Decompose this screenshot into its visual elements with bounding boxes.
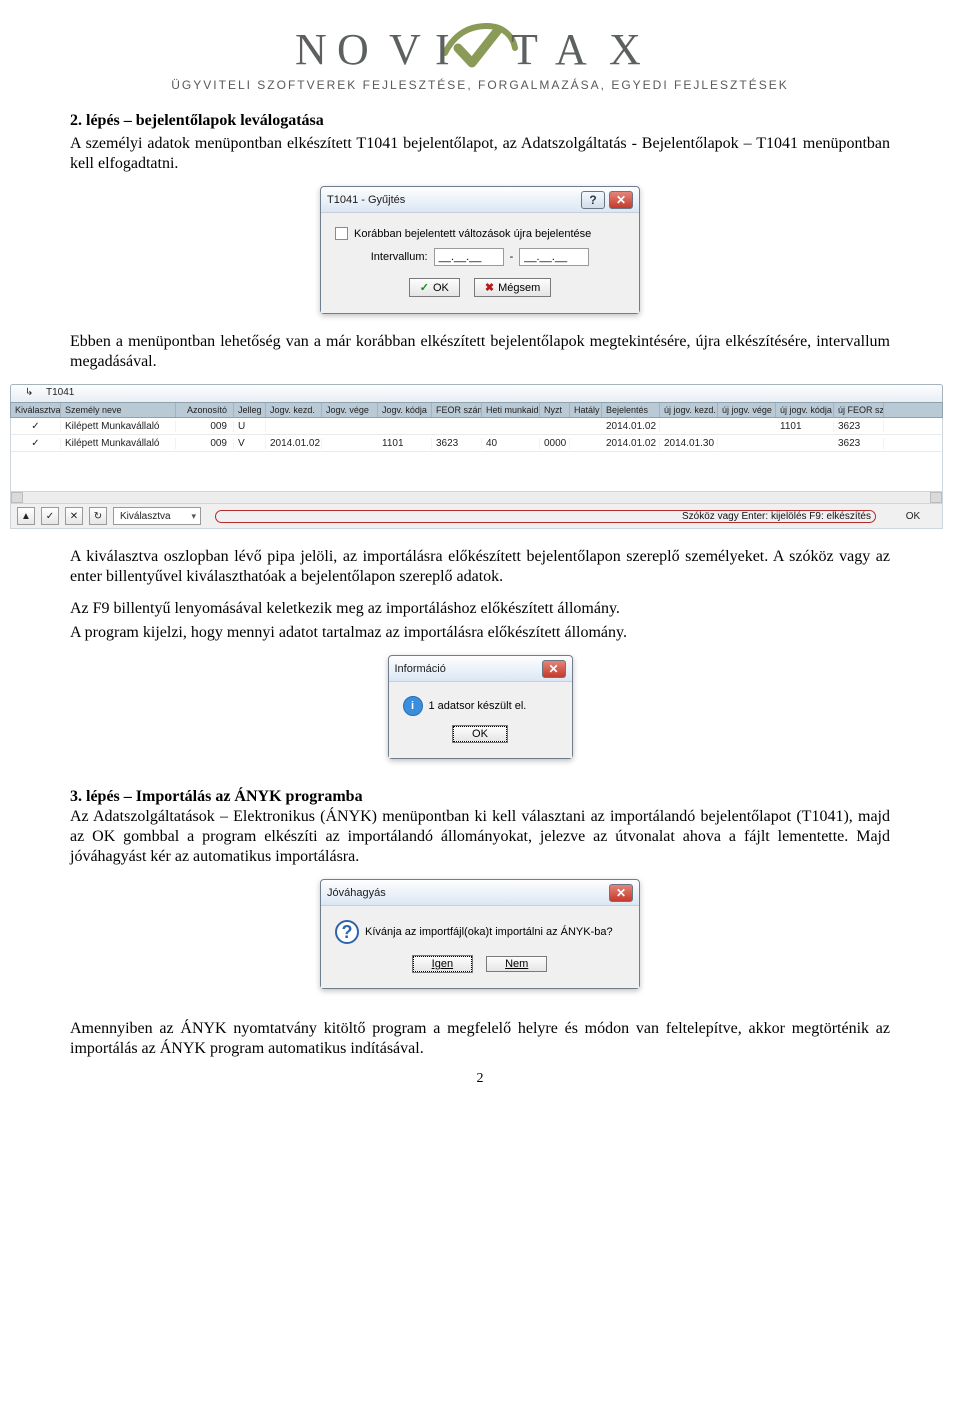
grid-headers: Kiválasztva Személy neve Azonosító Jelle…	[10, 402, 943, 418]
cancel-button[interactable]: ✖Mégsem	[474, 278, 551, 297]
logo-block: N O V I T A X Ügyviteli szoftverek fejle…	[70, 18, 890, 92]
grid-header[interactable]: Jogv. kezd.	[266, 403, 322, 417]
cell-jelleg: V	[234, 438, 266, 449]
closing-para: Amennyiben az ÁNYK nyomtatvány kitöltő p…	[70, 1019, 890, 1059]
cell-name: Kilépett Munkavállaló	[61, 438, 176, 449]
cell-bej: 2014.01.02	[602, 438, 660, 449]
svg-text:X: X	[609, 25, 647, 74]
grid-screenshot: ↳ T1041 Kiválasztva Személy neve Azonosí…	[10, 384, 943, 529]
interval-from-input[interactable]: __.__.__	[434, 248, 504, 266]
close-button[interactable]: ✕	[542, 660, 566, 678]
confirm-message: Kívánja az importfájl(oka)t importálni a…	[365, 926, 613, 938]
close-button[interactable]: ✕	[609, 191, 633, 209]
table-row[interactable]: ✓ Kilépett Munkavállaló 009 U 2014.01.02…	[10, 418, 943, 435]
section2-para2: Ebben a menüpontban lehetőség van a már …	[70, 332, 890, 372]
prev-changes-checkbox[interactable]	[335, 227, 348, 240]
cell-feor: 3623	[432, 438, 482, 449]
grid-header[interactable]: Jogv. kódja	[378, 403, 432, 417]
close-button[interactable]: ✕	[609, 884, 633, 902]
dialog-gyujtes-title: T1041 - Gyűjtés	[327, 194, 405, 206]
cell-id: 009	[176, 421, 234, 432]
grid-header[interactable]: Heti munkaidő	[482, 403, 540, 417]
cell-heti: 40	[482, 438, 540, 449]
yes-button[interactable]: Igen	[413, 956, 472, 972]
info-icon: i	[403, 696, 423, 716]
cell-nyzt: 0000	[540, 438, 570, 449]
grid-ok-button[interactable]: OK	[890, 511, 936, 522]
cell-ujkod: 1101	[776, 421, 834, 432]
cell-name: Kilépett Munkavállaló	[61, 421, 176, 432]
scroll-left-icon[interactable]	[11, 492, 23, 503]
cell-jelleg: U	[234, 421, 266, 432]
grid-header[interactable]: FEOR szám	[432, 403, 482, 417]
ok-button[interactable]: ✓OK	[409, 278, 460, 297]
interval-to-input[interactable]: __.__.__	[519, 248, 589, 266]
horizontal-scrollbar[interactable]	[10, 492, 943, 504]
grid-header[interactable]: új jogv. vége	[718, 403, 776, 417]
svg-text:A: A	[555, 25, 593, 74]
logo-mark: N O V I T A X	[295, 18, 665, 78]
help-button[interactable]: ?	[581, 191, 605, 209]
svg-text:T: T	[511, 25, 544, 74]
cell-sel: ✓	[11, 421, 61, 432]
grid-header[interactable]: új FEOR szá	[834, 403, 884, 417]
cell-ujfeor: 3623	[834, 421, 884, 432]
filter-dropdown[interactable]: Kiválasztva	[113, 507, 201, 525]
svg-text:I: I	[435, 25, 456, 74]
cell-bej: 2014.01.02	[602, 421, 660, 432]
grid-header[interactable]: Kiválasztva	[11, 403, 61, 417]
question-icon: ?	[335, 920, 359, 944]
grid-header[interactable]: Hatály	[570, 403, 602, 417]
dialog-info: Információ ✕ i 1 adatsor készült el. OK	[388, 655, 573, 759]
section2-para1: A személyi adatok menüpontban elkészítet…	[70, 134, 890, 174]
grid-header[interactable]: Személy neve	[61, 403, 176, 417]
svg-text:N: N	[295, 25, 333, 74]
cell-ujfeor: 3623	[834, 438, 884, 449]
check-icon: ✓	[420, 281, 429, 294]
cell-kodja: 1101	[378, 438, 432, 449]
grid-empty-area	[10, 452, 943, 492]
dialog-info-title: Információ	[395, 663, 446, 675]
no-button[interactable]: Nem	[486, 956, 547, 972]
svg-text:O: O	[337, 25, 375, 74]
grid-header[interactable]: Azonosító	[176, 403, 234, 417]
table-row[interactable]: ✓ Kilépett Munkavállaló 009 V 2014.01.02…	[10, 435, 943, 452]
interval-label: Intervallum:	[371, 251, 428, 263]
info-message: 1 adatsor készült el.	[429, 700, 527, 712]
ok-button[interactable]: OK	[453, 726, 507, 742]
after-grid-para1: A kiválasztva oszlopban lévő pipa jelöli…	[70, 547, 890, 587]
grid-header[interactable]: Jogv. vége	[322, 403, 378, 417]
after-grid-para3: A program kijelzi, hogy mennyi adatot ta…	[70, 623, 890, 643]
dialog-confirm-title: Jóváhagyás	[327, 887, 386, 899]
cross-icon: ✖	[485, 281, 494, 294]
deselect-x-icon[interactable]: ✕	[65, 507, 83, 525]
section3-para: Az Adatszolgáltatások – Elektronikus (ÁN…	[70, 808, 890, 865]
cell-id: 009	[176, 438, 234, 449]
grid-header[interactable]: új jogv. kódja	[776, 403, 834, 417]
page-number: 2	[70, 1071, 890, 1087]
nav-up-icon[interactable]: ▲	[17, 507, 35, 525]
dialog-gyujtes: T1041 - Gyűjtés ? ✕ Korábban bejelentett…	[320, 186, 640, 314]
interval-dash: -	[510, 251, 514, 263]
section2-heading: 2. lépés – bejelentőlapok leválogatása	[70, 112, 890, 130]
cell-kezd: 2014.01.02	[266, 438, 322, 449]
after-grid-para2: Az F9 billentyű lenyomásával keletkezik …	[70, 599, 890, 619]
section3-heading: 3. lépés – Importálás az ÁNYK programba	[70, 788, 363, 805]
hint-bar: Szóköz vagy Enter: kijelölés F9: elkészí…	[215, 510, 876, 523]
prev-changes-label: Korábban bejelentett változások újra bej…	[354, 228, 591, 240]
grid-header[interactable]: Jelleg	[234, 403, 266, 417]
cell-ujkezd: 2014.01.30	[660, 438, 718, 449]
grid-tab[interactable]: T1041	[46, 387, 74, 398]
scroll-right-icon[interactable]	[930, 492, 942, 503]
select-check-icon[interactable]: ✓	[41, 507, 59, 525]
logo-svg: N O V I T A X	[295, 18, 665, 78]
grid-header[interactable]: új jogv. kezd.	[660, 403, 718, 417]
svg-text:V: V	[389, 25, 427, 74]
logo-tagline: Ügyviteli szoftverek fejlesztése, forgal…	[70, 78, 890, 92]
grid-header[interactable]: Bejelentés	[602, 403, 660, 417]
cell-sel: ✓	[11, 438, 61, 449]
grid-header[interactable]: Nyzt	[540, 403, 570, 417]
dialog-confirm: Jóváhagyás ✕ ? Kívánja az importfájl(oka…	[320, 879, 640, 989]
refresh-icon[interactable]: ↻	[89, 507, 107, 525]
